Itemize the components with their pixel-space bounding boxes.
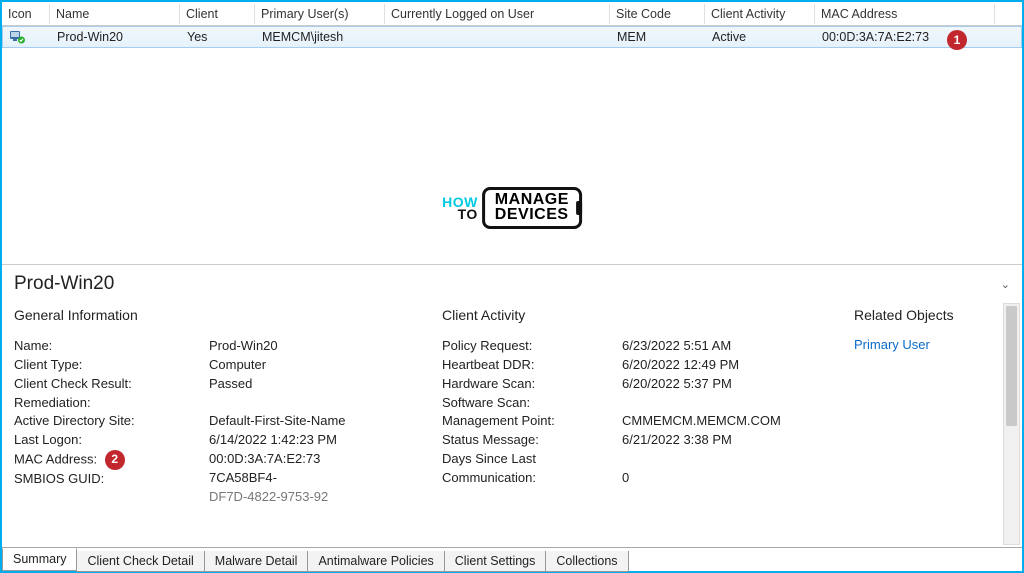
label-communication: Communication: [442, 469, 622, 488]
tab-malware-detail[interactable]: Malware Detail [204, 551, 309, 572]
detail-pane: Prod-Win20 ⌄ General Information Name: C… [2, 265, 1022, 571]
col-header-client-activity[interactable]: Client Activity [705, 4, 815, 24]
label-heartbeat-ddr: Heartbeat DDR: [442, 356, 622, 375]
section-title-activity: Client Activity [442, 307, 830, 323]
section-title-general: General Information [14, 307, 418, 323]
device-grid: Icon Name Client Primary User(s) Current… [2, 2, 1022, 265]
grid-header-row: Icon Name Client Primary User(s) Current… [2, 2, 1022, 26]
col-header-site-code[interactable]: Site Code [610, 4, 705, 24]
col-header-name[interactable]: Name [50, 4, 180, 24]
cell-client-activity: Active [706, 28, 816, 46]
cell-icon [3, 27, 51, 47]
section-title-related: Related Objects [854, 307, 996, 323]
value-software-scan [622, 394, 822, 413]
detail-title: Prod-Win20 [14, 273, 114, 295]
value-status-message: 6/21/2022 3:38 PM [622, 431, 822, 450]
annotation-badge-1: 1 [947, 30, 967, 50]
value-ad-site: Default-First-Site-Name [209, 412, 379, 431]
primary-user-link[interactable]: Primary User [854, 337, 996, 352]
value-management-point: CMMEMCM.MEMCM.COM [622, 412, 822, 431]
label-remediation: Remediation: [14, 394, 209, 413]
value-smbios-guid: 7CA58BF4- [209, 469, 379, 488]
vertical-scrollbar[interactable] [1003, 303, 1020, 545]
table-row[interactable]: Prod-Win20 Yes MEMCM\jitesh MEM Active 0… [2, 26, 1022, 48]
tab-collections[interactable]: Collections [545, 551, 628, 572]
value-mac-address: 00:0D:3A:7A:E2:73 [209, 450, 379, 469]
label-name: Name: [14, 337, 209, 356]
value-hardware-scan: 6/20/2022 5:37 PM [622, 375, 822, 394]
label-policy-request: Policy Request: [442, 337, 622, 356]
computer-icon [9, 29, 25, 45]
label-ad-site: Active Directory Site: [14, 412, 209, 431]
watermark-to: TO [442, 208, 478, 221]
detail-header: Prod-Win20 ⌄ [2, 265, 1022, 301]
cell-client: Yes [181, 28, 256, 46]
col-header-client[interactable]: Client [180, 4, 255, 24]
label-management-point: Management Point: [442, 412, 622, 431]
chevron-down-icon[interactable]: ⌄ [1001, 278, 1010, 291]
value-days-since [622, 450, 822, 469]
cell-name: Prod-Win20 [51, 28, 181, 46]
value-client-type: Computer [209, 356, 379, 375]
cell-logged-on-user [386, 35, 611, 39]
cell-site-code: MEM [611, 28, 706, 46]
value-name: Prod-Win20 [209, 337, 379, 356]
tab-client-check-detail[interactable]: Client Check Detail [76, 551, 204, 572]
label-software-scan: Software Scan: [442, 394, 622, 413]
cell-mac-address: 00:0D:3A:7A:E2:73 [816, 28, 996, 46]
col-header-icon[interactable]: Icon [2, 4, 50, 24]
label-status-message: Status Message: [442, 431, 622, 450]
label-days-since: Days Since Last [442, 450, 622, 469]
watermark-logo: HOW TO MANAGE DEVICES [442, 187, 582, 229]
related-objects-section: Related Objects Primary User [854, 307, 996, 545]
value-communication: 0 [622, 469, 822, 488]
detail-body: General Information Name: Client Type: C… [2, 301, 1022, 547]
tab-antimalware-policies[interactable]: Antimalware Policies [307, 551, 444, 572]
col-header-primary-user[interactable]: Primary User(s) [255, 4, 385, 24]
scrollbar-thumb[interactable] [1006, 306, 1017, 426]
label-client-type: Client Type: [14, 356, 209, 375]
detail-tabstrip: Summary Client Check Detail Malware Deta… [2, 547, 1022, 571]
value-heartbeat-ddr: 6/20/2022 12:49 PM [622, 356, 822, 375]
watermark-manage: MANAGE [495, 192, 569, 207]
value-remediation [209, 394, 379, 413]
label-client-check-result: Client Check Result: [14, 375, 209, 394]
value-last-logon: 6/14/2022 1:42:23 PM [209, 431, 379, 450]
tab-client-settings[interactable]: Client Settings [444, 551, 547, 572]
label-smbios-guid: SMBIOS GUID: [14, 470, 209, 489]
annotation-badge-2: 2 [105, 450, 125, 470]
col-header-logged-on-user[interactable]: Currently Logged on User [385, 4, 610, 24]
col-header-mac-address[interactable]: MAC Address [815, 4, 995, 24]
label-last-logon: Last Logon: [14, 431, 209, 450]
watermark-how: HOW [442, 196, 478, 209]
cell-primary-user: MEMCM\jitesh [256, 28, 386, 46]
value-client-check-result: Passed [209, 375, 379, 394]
client-activity-section: Client Activity Policy Request: Heartbea… [442, 307, 830, 545]
value-policy-request: 6/23/2022 5:51 AM [622, 337, 822, 356]
label-hardware-scan: Hardware Scan: [442, 375, 622, 394]
general-information-section: General Information Name: Client Type: C… [14, 307, 418, 545]
label-mac-address: MAC Address: 2 [14, 450, 209, 470]
tab-summary[interactable]: Summary [2, 548, 77, 571]
value-smbios-guid-cut: DF7D-4822-9753-92 [209, 488, 379, 507]
watermark-devices: DEVICES [495, 207, 569, 222]
